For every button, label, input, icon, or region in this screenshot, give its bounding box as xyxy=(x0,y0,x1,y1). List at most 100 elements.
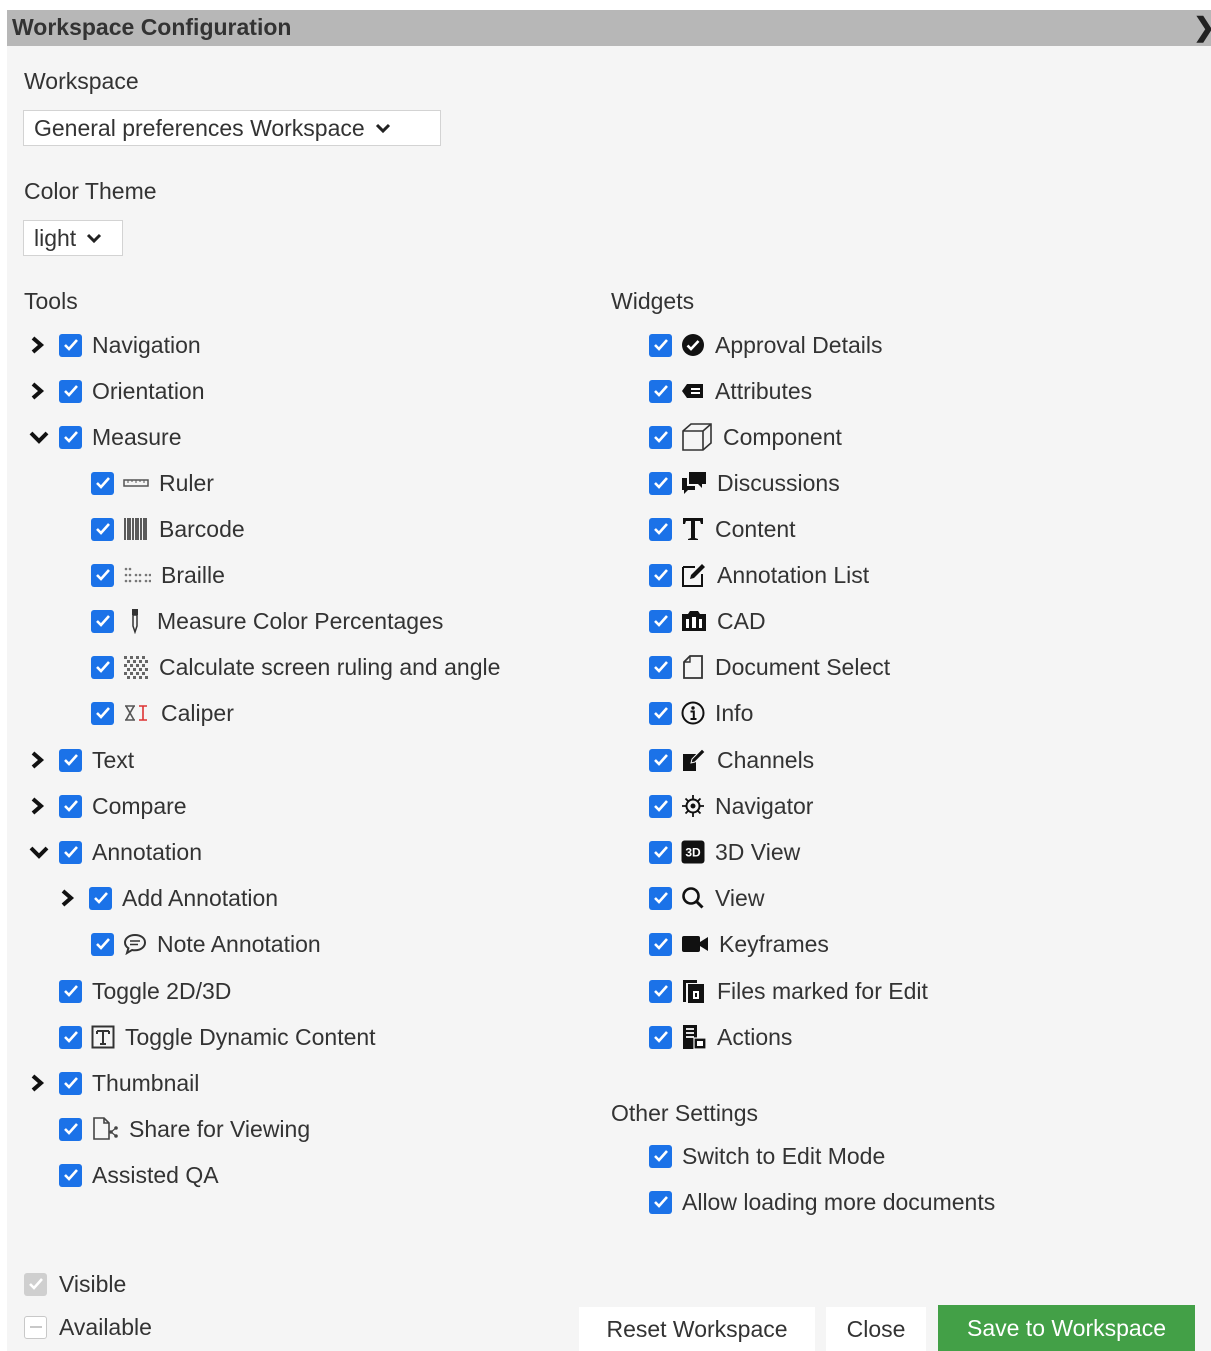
tool-annotation[interactable]: Annotation xyxy=(29,837,202,867)
annotation-list-checkbox[interactable] xyxy=(649,563,672,587)
tool-toggle-2d-3d[interactable]: Toggle 2D/3D xyxy=(59,976,231,1006)
chevron-down-icon[interactable] xyxy=(29,837,49,867)
widget-files-marked-for-edit[interactable]: Files marked for Edit xyxy=(649,976,928,1006)
keyframes-checkbox[interactable] xyxy=(649,932,672,956)
actions-checkbox[interactable] xyxy=(649,1025,672,1049)
tool-compare[interactable]: Compare xyxy=(29,791,187,821)
widget-annotation-list[interactable]: Annotation List xyxy=(649,560,869,590)
tool-add-annotation[interactable]: Add Annotation xyxy=(59,883,278,913)
chevron-right-icon[interactable]: ❯ xyxy=(1193,12,1211,43)
setting-allow-loading-more-documents[interactable]: Allow loading more documents xyxy=(649,1187,995,1217)
caliper-checkbox[interactable] xyxy=(91,701,114,725)
approval-details-checkbox[interactable] xyxy=(649,333,672,357)
save-to-workspace-button[interactable]: Save to Workspace xyxy=(938,1305,1195,1351)
dialog-title: Workspace Configuration xyxy=(12,14,292,40)
chevron-right-icon[interactable] xyxy=(29,1068,49,1098)
tool-label: Measure xyxy=(92,423,182,450)
color-theme-select-value: light xyxy=(34,224,77,251)
tool-calculate-screen-ruling[interactable]: Calculate screen ruling and angle xyxy=(91,652,500,682)
chevron-down-icon[interactable] xyxy=(29,422,49,452)
widget-navigator[interactable]: Navigator xyxy=(649,791,813,821)
tool-text[interactable]: Text xyxy=(29,745,134,775)
cad-icon xyxy=(681,607,707,635)
document-select-checkbox[interactable] xyxy=(649,655,672,679)
navigator-checkbox[interactable] xyxy=(649,794,672,818)
widget-label: Channels xyxy=(717,746,815,773)
chevron-right-icon[interactable] xyxy=(29,791,49,821)
component-checkbox[interactable] xyxy=(649,425,672,449)
info-checkbox[interactable] xyxy=(649,701,672,725)
tool-measure-color-percentages[interactable]: Measure Color Percentages xyxy=(91,606,443,636)
compare-checkbox[interactable] xyxy=(59,794,82,818)
allow-loading-more-documents-checkbox[interactable] xyxy=(649,1190,672,1214)
add-annotation-checkbox[interactable] xyxy=(89,886,112,910)
chevron-right-icon[interactable] xyxy=(29,745,49,775)
barcode-checkbox[interactable] xyxy=(91,517,114,541)
switch-to-edit-mode-checkbox[interactable] xyxy=(649,1144,672,1168)
braille-checkbox[interactable] xyxy=(91,563,114,587)
tool-navigation[interactable]: Navigation xyxy=(29,330,201,360)
tool-note-annotation[interactable]: Note Annotation xyxy=(91,929,321,959)
content-checkbox[interactable] xyxy=(649,517,672,541)
widget-attributes[interactable]: Attributes xyxy=(649,376,812,406)
3d-view-checkbox[interactable] xyxy=(649,840,672,864)
orientation-checkbox[interactable] xyxy=(59,379,82,403)
widget-content[interactable]: Content xyxy=(649,514,796,544)
tool-caliper[interactable]: Caliper xyxy=(91,698,234,728)
caliper-icon xyxy=(123,699,151,727)
reset-workspace-button[interactable]: Reset Workspace xyxy=(579,1307,815,1351)
tool-braille[interactable]: Braille xyxy=(91,560,225,590)
tool-label: Navigation xyxy=(92,331,201,358)
widget-cad[interactable]: CAD xyxy=(649,606,766,636)
document-icon xyxy=(681,653,705,681)
note-annotation-checkbox[interactable] xyxy=(91,932,114,956)
tool-orientation[interactable]: Orientation xyxy=(29,376,205,406)
chevron-right-icon[interactable] xyxy=(29,376,49,406)
measure-checkbox[interactable] xyxy=(59,425,82,449)
widget-discussions[interactable]: Discussions xyxy=(649,468,840,498)
text-checkbox[interactable] xyxy=(59,748,82,772)
widget-view[interactable]: View xyxy=(649,883,764,913)
chevron-right-icon[interactable] xyxy=(29,330,49,360)
color-theme-select[interactable]: light xyxy=(23,220,123,256)
widget-component[interactable]: Component xyxy=(649,422,842,452)
assisted-qa-checkbox[interactable] xyxy=(59,1163,82,1187)
workspace-select[interactable]: General preferences Workspace xyxy=(23,110,441,146)
tool-measure[interactable]: Measure xyxy=(29,422,181,452)
tool-thumbnail[interactable]: Thumbnail xyxy=(29,1068,199,1098)
ruler-checkbox[interactable] xyxy=(91,471,114,495)
widget-document-select[interactable]: Document Select xyxy=(649,652,890,682)
widget-keyframes[interactable]: Keyframes xyxy=(649,929,829,959)
widget-info[interactable]: Info xyxy=(649,698,753,728)
channels-checkbox[interactable] xyxy=(649,748,672,772)
tool-share-for-viewing[interactable]: Share for Viewing xyxy=(59,1114,310,1144)
widget-label: Discussions xyxy=(717,469,840,496)
navigation-checkbox[interactable] xyxy=(59,333,82,357)
search-icon xyxy=(681,884,705,912)
files-marked-for-edit-checkbox[interactable] xyxy=(649,979,672,1003)
tool-toggle-dynamic-content[interactable]: Toggle Dynamic Content xyxy=(59,1022,376,1052)
close-button[interactable]: Close xyxy=(826,1307,926,1351)
attributes-checkbox[interactable] xyxy=(649,379,672,403)
tool-ruler[interactable]: Ruler xyxy=(91,468,214,498)
chevron-right-icon[interactable] xyxy=(59,883,79,913)
view-checkbox[interactable] xyxy=(649,886,672,910)
toggle-dynamic-content-checkbox[interactable] xyxy=(59,1025,82,1049)
share-for-viewing-checkbox[interactable] xyxy=(59,1117,82,1141)
toggle-2d-3d-checkbox[interactable] xyxy=(59,979,82,1003)
visible-legend-checkbox xyxy=(24,1272,47,1296)
setting-switch-to-edit-mode[interactable]: Switch to Edit Mode xyxy=(649,1141,885,1171)
tool-assisted-qa[interactable]: Assisted QA xyxy=(59,1160,219,1190)
widget-3d-view[interactable]: 3D 3D View xyxy=(649,837,800,867)
annotation-checkbox[interactable] xyxy=(59,840,82,864)
tool-barcode[interactable]: Barcode xyxy=(91,514,245,544)
discussions-checkbox[interactable] xyxy=(649,471,672,495)
edit-note-icon xyxy=(681,561,707,589)
thumbnail-checkbox[interactable] xyxy=(59,1071,82,1095)
widget-approval-details[interactable]: Approval Details xyxy=(649,330,882,360)
widget-actions[interactable]: Actions xyxy=(649,1022,792,1052)
cad-checkbox[interactable] xyxy=(649,609,672,633)
calculate-screen-ruling-checkbox[interactable] xyxy=(91,655,114,679)
widget-channels[interactable]: Channels xyxy=(649,745,814,775)
measure-color-percentages-checkbox[interactable] xyxy=(91,609,114,633)
